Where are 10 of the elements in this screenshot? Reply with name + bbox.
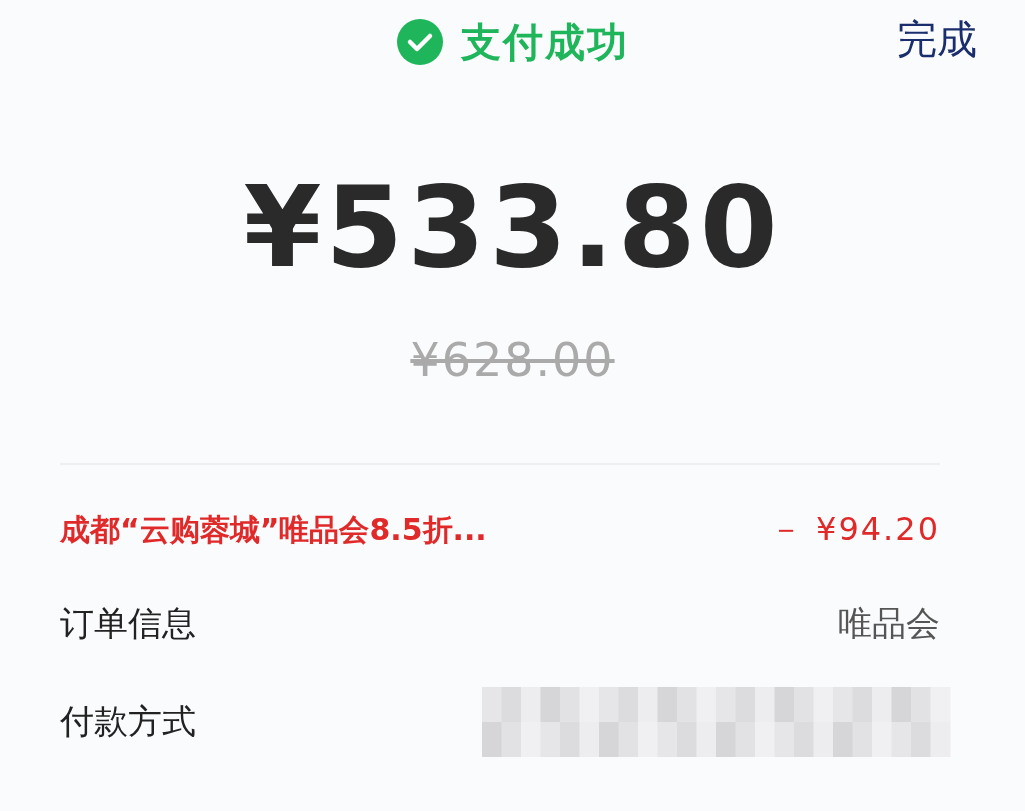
row-label: 订单信息 — [60, 602, 196, 646]
page-title: 支付成功 — [460, 17, 629, 67]
done-button[interactable]: 完成 — [897, 12, 977, 67]
row-value: 唯品会 — [838, 602, 940, 646]
discount-label: 成都“云购蓉城”唯品会8.5折... — [60, 510, 487, 549]
original-price: ¥628.00 — [409, 333, 616, 388]
row-label: 付款方式 — [60, 700, 196, 744]
discount-value: － ¥94.20 — [769, 509, 940, 551]
payment-amount: ¥533.80 — [242, 166, 783, 290]
check-icon — [396, 19, 443, 65]
